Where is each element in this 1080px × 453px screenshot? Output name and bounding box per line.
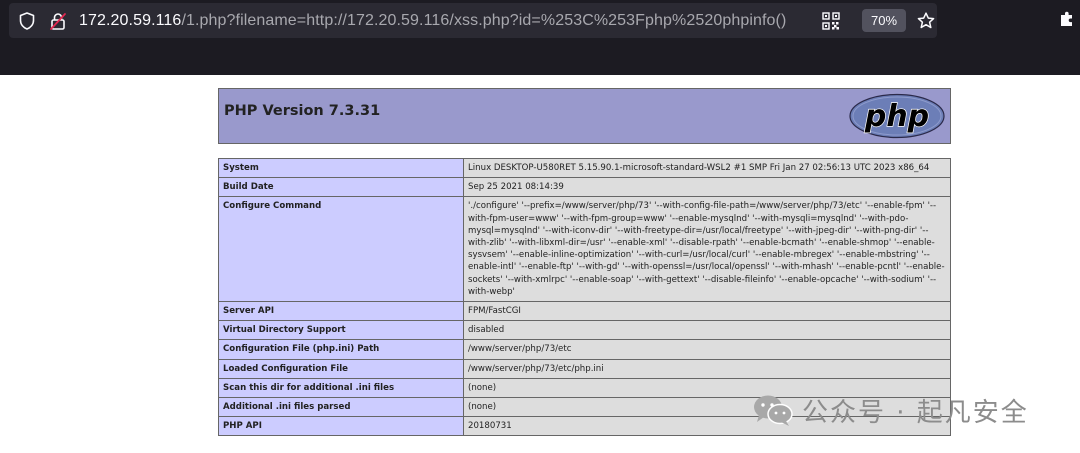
extension-icon[interactable] [1057,9,1077,29]
url-host: 172.20.59.116 [79,12,182,29]
address-bar[interactable]: 172.20.59.116/1.php?filename=http://172.… [9,3,937,38]
info-key: Additional .ini files parsed [218,397,464,418]
browser-toolbar: 172.20.59.116/1.php?filename=http://172.… [0,0,1080,75]
table-row: Configure Command './configure' '--prefix… [218,196,951,303]
info-value: Sep 25 2021 08:14:39 [463,177,951,198]
info-key: Server API [218,301,464,322]
table-row: Virtual Directory Support disabled [218,320,951,341]
table-row: Loaded Configuration File/www/server/php… [218,358,951,379]
info-value: './configure' '--prefix=/www/server/php/… [463,196,951,303]
table-row: Build Date Sep 25 2021 08:14:39 [218,177,951,198]
php-logo-text: php [864,99,929,134]
zoom-level-button[interactable]: 70% [862,9,906,32]
info-key: PHP API [218,416,464,437]
watermark-text: 公众号 · 起凡安全 [802,397,1029,428]
php-version-title: PHP Version 7.3.31 [224,103,381,119]
info-key: Configuration File (php.ini) Path [218,339,464,360]
php-logo: php [849,93,945,139]
url-path: /1.php?filename=http://172.20.59.116/xss… [181,12,787,29]
shield-icon[interactable] [17,11,37,31]
table-row: Server API FPM/FastCGI [218,301,951,322]
info-value: FPM/FastCGI [463,301,951,322]
info-key: Configure Command [218,196,464,303]
table-row: Configuration File (php.ini) Path/www/se… [218,339,951,360]
url-text[interactable]: 172.20.59.116/1.php?filename=http://172.… [79,11,821,31]
watermark: 公众号 · 起凡安全 [752,390,1029,430]
info-key: Scan this dir for additional .ini files [218,377,464,399]
table-row: System Linux DESKTOP-U580RET 5.15.90.1-mi… [218,157,951,179]
info-value: Linux DESKTOP-U580RET 5.15.90.1-microsof… [463,157,951,179]
qr-code-icon[interactable] [821,11,841,31]
star-icon[interactable] [916,11,936,31]
info-value: /www/server/php/73/etc [463,339,951,360]
info-key: Build Date [218,177,464,198]
info-value: disabled [463,320,951,341]
insecure-lock-icon[interactable] [48,11,68,31]
info-key: System [218,157,464,179]
wechat-icon [754,395,793,426]
info-value: /www/server/php/73/etc/php.ini [463,358,951,379]
php-version-header: PHP Version 7.3.31 php [218,88,951,144]
info-key: Loaded Configuration File [218,358,464,379]
info-key: Virtual Directory Support [218,320,464,341]
